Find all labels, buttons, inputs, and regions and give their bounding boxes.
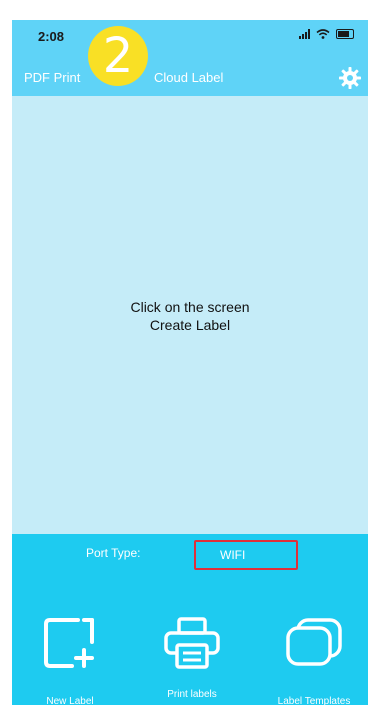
battery-icon xyxy=(336,29,354,39)
signal-icon xyxy=(299,29,310,39)
nav-cloud-label[interactable]: Cloud Label xyxy=(154,70,223,85)
gear-icon[interactable] xyxy=(338,66,362,90)
app-screen: 2:08 2 PDF Print Cloud Label Click on th… xyxy=(12,20,368,705)
canvas-hint-line1: Click on the screen xyxy=(130,299,250,315)
wifi-icon xyxy=(316,29,330,39)
new-label-text: New Label xyxy=(46,696,94,705)
port-type-selector[interactable]: WIFI xyxy=(194,540,298,570)
header-bar: 2:08 2 PDF Print Cloud Label xyxy=(12,20,368,96)
port-type-row: Port Type: WIFI xyxy=(12,540,368,570)
step-badge: 2 xyxy=(88,26,148,86)
label-canvas[interactable]: Click on the screen Create Label xyxy=(12,96,368,534)
print-labels-text: Print labels xyxy=(167,689,217,700)
printer-icon xyxy=(164,617,220,669)
canvas-hint: Click on the screen Create Label xyxy=(12,298,368,334)
nav-pdf-print[interactable]: PDF Print xyxy=(24,70,80,85)
new-label-icon xyxy=(44,618,94,668)
templates-icon xyxy=(286,618,342,666)
label-templates-text: Label Templates xyxy=(277,696,351,705)
status-icons xyxy=(299,29,354,39)
print-labels-button[interactable]: Print labels xyxy=(152,616,232,705)
port-type-label: Port Type: xyxy=(86,546,141,560)
status-time: 2:08 xyxy=(38,29,65,44)
canvas-hint-line2: Create Label xyxy=(149,317,231,333)
new-label-button[interactable]: New Label xyxy=(30,616,110,705)
label-templates-button[interactable]: Label Templates xyxy=(274,616,354,705)
